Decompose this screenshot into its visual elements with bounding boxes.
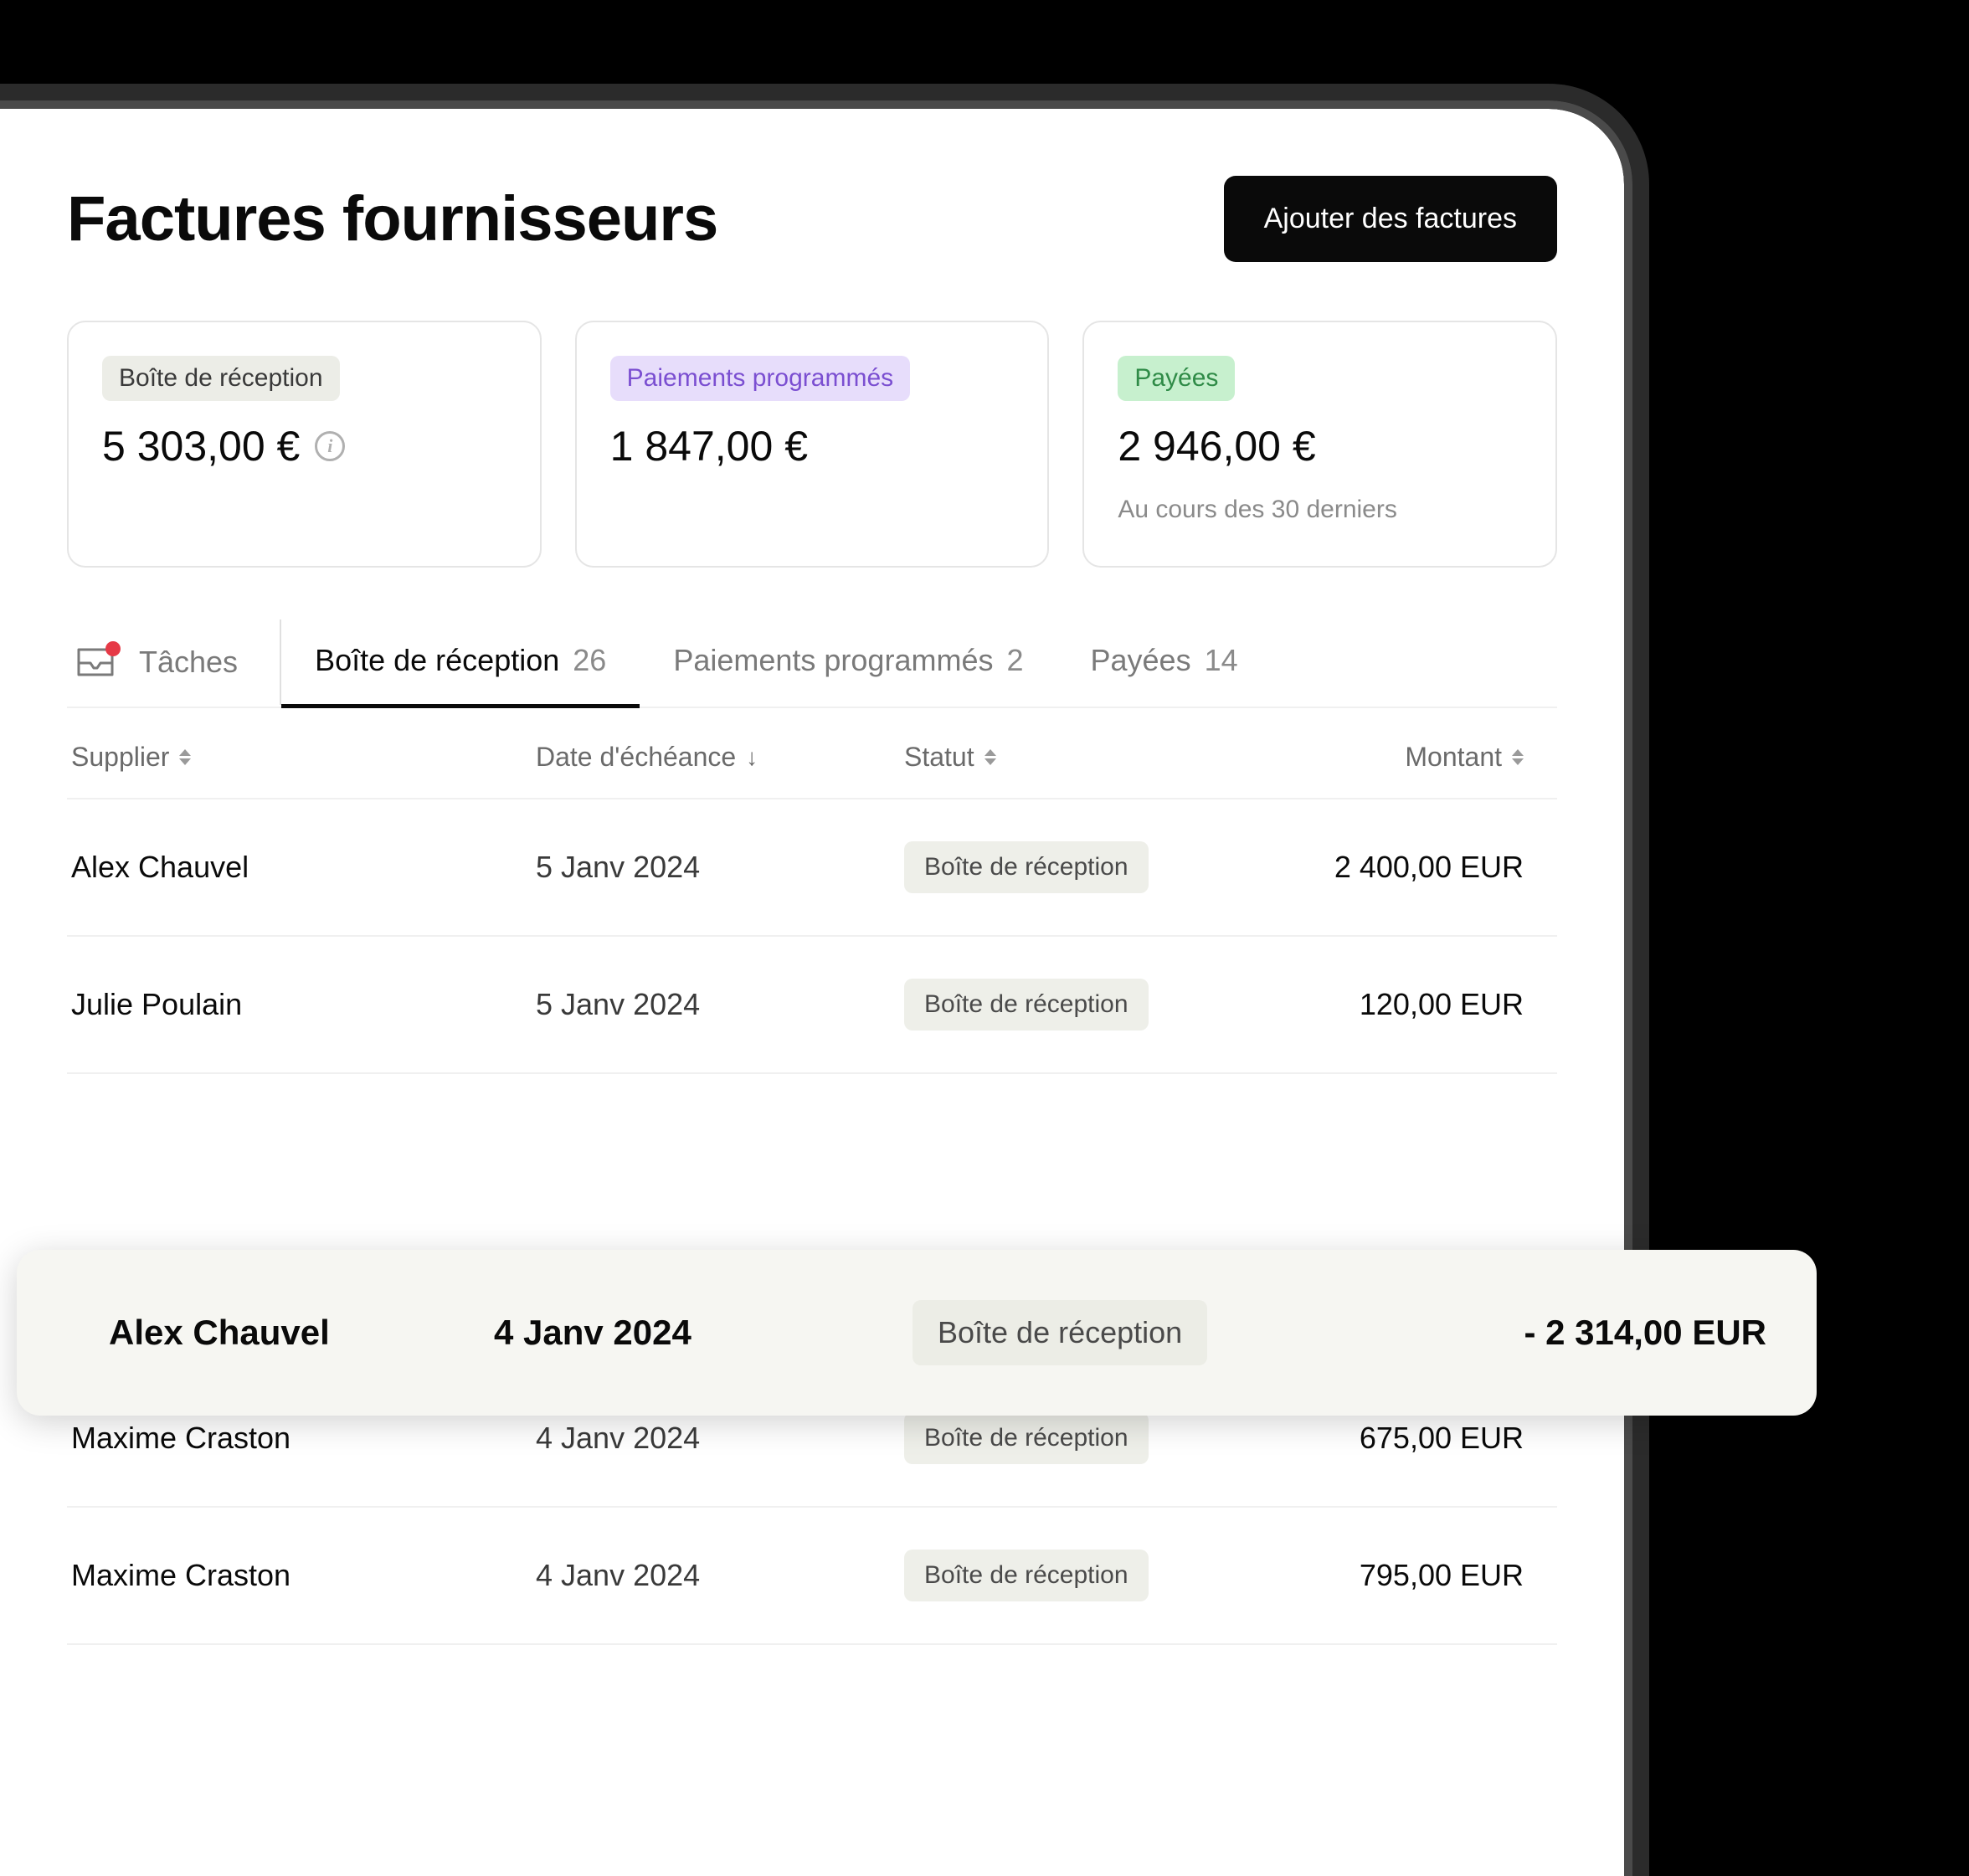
- notification-dot-icon: [105, 641, 121, 656]
- col-amount[interactable]: Montant: [1272, 742, 1557, 773]
- cell-status: Boîte de réception: [904, 1550, 1272, 1601]
- device-frame: Factures fournisseurs Ajouter des factur…: [0, 84, 1649, 1876]
- header: Factures fournisseurs Ajouter des factur…: [67, 176, 1557, 262]
- tabs: Tâches Boîte de réception 26 Paiements p…: [67, 618, 1557, 708]
- col-supplier-label: Supplier: [71, 742, 169, 773]
- table-body: Alex Chauvel5 Janv 2024Boîte de réceptio…: [67, 799, 1557, 1645]
- highlight-status: Boîte de réception: [913, 1300, 1306, 1365]
- cell-amount: 795,00 EUR: [1272, 1558, 1557, 1593]
- cell-status: Boîte de réception: [904, 979, 1272, 1031]
- cell-date: 5 Janv 2024: [536, 987, 904, 1022]
- tab-inbox-label: Boîte de réception: [315, 643, 559, 678]
- cell-supplier: Alex Chauvel: [67, 850, 536, 885]
- tab-paid[interactable]: Payées 14: [1057, 618, 1272, 707]
- card-inbox-amount: 5 303,00 € i: [102, 422, 506, 470]
- device-inner: Factures fournisseurs Ajouter des factur…: [0, 100, 1632, 1876]
- col-due-date[interactable]: Date d'échéance ↓: [536, 742, 904, 773]
- sort-icon: [985, 749, 996, 765]
- card-paid-subtitle: Au cours des 30 derniers: [1118, 496, 1522, 524]
- card-paid-amount: 2 946,00 €: [1118, 422, 1522, 470]
- tab-tasks-label: Tâches: [139, 645, 238, 680]
- status-badge: Boîte de réception: [913, 1300, 1207, 1365]
- sort-icon: [179, 749, 191, 765]
- col-amount-label: Montant: [1405, 742, 1502, 773]
- col-status-label: Statut: [904, 742, 974, 773]
- table-row[interactable]: Maxime Craston4 Janv 2024Boîte de récept…: [67, 1508, 1557, 1645]
- cell-status: Boîte de réception: [904, 1412, 1272, 1464]
- cell-date: 4 Janv 2024: [536, 1558, 904, 1593]
- tab-paid-count: 14: [1205, 643, 1238, 678]
- cell-amount: 2 400,00 EUR: [1272, 850, 1557, 885]
- summary-cards: Boîte de réception 5 303,00 € i Paiement…: [67, 321, 1557, 568]
- col-status[interactable]: Statut: [904, 742, 1272, 773]
- tab-inbox-count: 26: [573, 643, 606, 678]
- card-scheduled[interactable]: Paiements programmés 1 847,00 €: [575, 321, 1050, 568]
- card-inbox-amount-value: 5 303,00 €: [102, 422, 300, 470]
- cell-amount: 675,00 EUR: [1272, 1421, 1557, 1456]
- cell-supplier: Julie Poulain: [67, 987, 536, 1022]
- cell-date: 5 Janv 2024: [536, 850, 904, 885]
- status-badge: Boîte de réception: [904, 1412, 1149, 1464]
- status-badge: Boîte de réception: [904, 841, 1149, 893]
- tab-scheduled-label: Paiements programmés: [673, 643, 993, 678]
- page-title: Factures fournisseurs: [67, 182, 717, 255]
- cell-date: 4 Janv 2024: [536, 1421, 904, 1456]
- add-invoices-button[interactable]: Ajouter des factures: [1224, 176, 1557, 262]
- highlight-supplier: Alex Chauvel: [109, 1313, 494, 1353]
- status-badge: Boîte de réception: [904, 979, 1149, 1031]
- badge-inbox: Boîte de réception: [102, 356, 340, 401]
- cell-supplier: Maxime Craston: [67, 1558, 536, 1593]
- sort-icon: [1512, 749, 1524, 765]
- card-scheduled-amount: 1 847,00 €: [610, 422, 1015, 470]
- table-row[interactable]: Alex Chauvel5 Janv 2024Boîte de réceptio…: [67, 799, 1557, 937]
- tab-paid-label: Payées: [1091, 643, 1191, 678]
- arrow-down-icon: ↓: [746, 744, 758, 771]
- col-supplier[interactable]: Supplier: [67, 742, 536, 773]
- cell-status: Boîte de réception: [904, 841, 1272, 893]
- tab-inbox[interactable]: Boîte de réception 26: [281, 618, 640, 707]
- card-paid[interactable]: Payées 2 946,00 € Au cours des 30 dernie…: [1082, 321, 1557, 568]
- table-row[interactable]: Julie Poulain5 Janv 2024Boîte de récepti…: [67, 937, 1557, 1074]
- tab-scheduled[interactable]: Paiements programmés 2: [640, 618, 1056, 707]
- tab-scheduled-count: 2: [1006, 643, 1023, 678]
- info-icon[interactable]: i: [315, 431, 345, 461]
- badge-paid: Payées: [1118, 356, 1235, 401]
- badge-scheduled: Paiements programmés: [610, 356, 910, 401]
- card-inbox[interactable]: Boîte de réception 5 303,00 € i: [67, 321, 542, 568]
- col-due-date-label: Date d'échéance: [536, 742, 736, 773]
- tab-tasks[interactable]: Tâches: [67, 619, 281, 705]
- cell-amount: 120,00 EUR: [1272, 987, 1557, 1022]
- app-screen: Factures fournisseurs Ajouter des factur…: [0, 109, 1624, 1876]
- highlighted-row[interactable]: Alex Chauvel 4 Janv 2024 Boîte de récept…: [17, 1250, 1817, 1416]
- status-badge: Boîte de réception: [904, 1550, 1149, 1601]
- inbox-tray-icon: [75, 646, 116, 678]
- highlight-amount: - 2 314,00 EUR: [1306, 1313, 1766, 1353]
- table-header: Supplier Date d'échéance ↓ Statut Montan…: [67, 708, 1557, 799]
- highlight-date: 4 Janv 2024: [494, 1313, 913, 1353]
- cell-supplier: Maxime Craston: [67, 1421, 536, 1456]
